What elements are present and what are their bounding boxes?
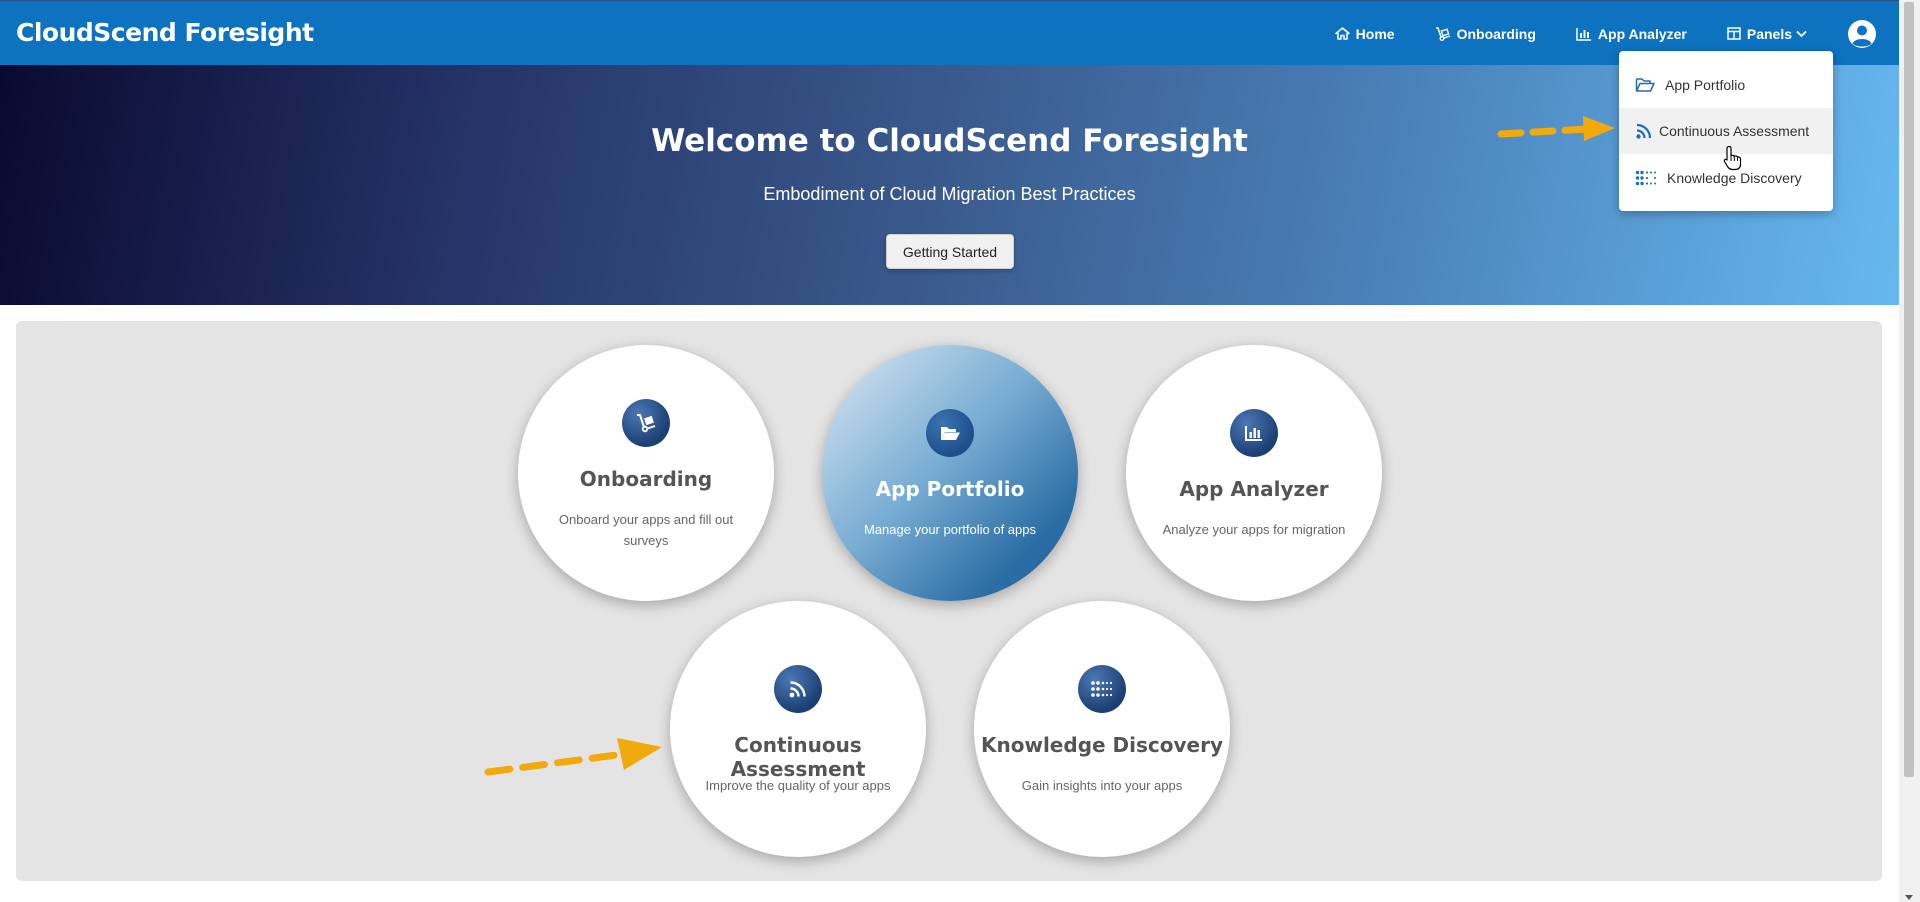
dots-grid-icon — [1635, 170, 1656, 186]
menu-item-label: Continuous Assessment — [1659, 123, 1810, 139]
card-app-analyzer-title: App Analyzer — [1179, 477, 1329, 501]
card-continuous-assessment-icon-wrap — [774, 665, 822, 713]
brand-title[interactable]: CloudScend Foresight — [16, 18, 314, 47]
nav-home[interactable]: Home — [1334, 25, 1395, 42]
card-app-portfolio-title: App Portfolio — [875, 477, 1025, 501]
card-app-portfolio-desc: Manage your portfolio of apps — [864, 522, 1036, 537]
menu-item-app-portfolio[interactable]: App Portfolio — [1619, 62, 1833, 108]
nav-app-analyzer[interactable]: App Analyzer — [1576, 26, 1687, 42]
nav-app-analyzer-label: App Analyzer — [1597, 25, 1687, 42]
nav-home-label: Home — [1355, 25, 1395, 42]
annotation-arrow-icon — [484, 738, 662, 776]
folder-open-icon — [1635, 78, 1655, 92]
card-app-portfolio[interactable]: App Portfolio Manage your portfolio of a… — [822, 345, 1078, 601]
card-app-portfolio-icon-wrap — [926, 409, 974, 457]
card-continuous-assessment-desc: Improve the quality of your apps — [705, 778, 891, 793]
getting-started-button[interactable]: Getting Started — [886, 234, 1014, 269]
card-knowledge-discovery-icon-wrap — [1078, 665, 1126, 713]
page-scrollbar[interactable] — [1899, 0, 1920, 902]
bar-chart-icon — [1576, 27, 1591, 41]
menu-item-label: App Portfolio — [1665, 77, 1746, 93]
card-knowledge-discovery-title: Knowledge Discovery — [981, 733, 1223, 757]
hero-subtitle: Embodiment of Cloud Migration Best Pract… — [763, 184, 1136, 204]
card-continuous-assessment-title: Continuous Assessment — [730, 733, 866, 781]
scroll-down-arrow-icon[interactable] — [1905, 895, 1913, 900]
top-navbar: CloudScend Foresight Home Onboarding App… — [0, 0, 1899, 65]
folder-open-icon — [941, 427, 960, 440]
user-avatar-icon[interactable] — [1847, 19, 1877, 49]
panels-icon — [1727, 27, 1741, 40]
card-knowledge-discovery-desc: Gain insights into your apps — [1021, 778, 1183, 793]
dolly-icon — [1435, 26, 1450, 41]
card-continuous-assessment[interactable]: Continuous Assessment Improve the qualit… — [670, 601, 926, 857]
chevron-down-icon — [1796, 30, 1807, 37]
card-app-analyzer[interactable]: App Analyzer Analyze your apps for migra… — [1126, 345, 1382, 601]
hand-cursor-icon — [1723, 145, 1742, 171]
card-app-analyzer-desc: Analyze your apps for migration — [1162, 522, 1346, 537]
bar-chart-icon — [1245, 426, 1262, 441]
nav-panels-dropdown[interactable]: Panels — [1727, 26, 1807, 42]
panels-dropdown-menu: App Portfolio Continuous Assessment Know… — [1619, 51, 1833, 211]
rss-icon — [789, 681, 806, 698]
nav-panels-label: Panels — [1746, 25, 1792, 42]
card-onboarding-icon-wrap — [622, 399, 670, 447]
card-onboarding[interactable]: Onboarding Onboard your apps and fill ou… — [518, 345, 774, 601]
hero-banner: Welcome to CloudScend Foresight Embodime… — [0, 65, 1899, 305]
dolly-icon — [637, 414, 656, 433]
dots-grid-icon — [1091, 681, 1113, 697]
annotation-arrow-icon — [1497, 116, 1615, 141]
scrollbar-thumb[interactable] — [1904, 2, 1914, 777]
card-app-analyzer-icon-wrap — [1230, 409, 1278, 457]
home-icon — [1334, 27, 1350, 40]
card-knowledge-discovery[interactable]: Knowledge Discovery Gain insights into y… — [974, 601, 1230, 857]
card-onboarding-desc: Onboard your apps and fill out surveys — [558, 512, 734, 548]
feature-panel: Onboarding Onboard your apps and fill ou… — [16, 321, 1882, 881]
nav-onboarding[interactable]: Onboarding — [1435, 26, 1536, 42]
nav-onboarding-label: Onboarding — [1456, 25, 1536, 42]
rss-icon — [1636, 123, 1652, 139]
menu-item-label: Knowledge Discovery — [1667, 170, 1802, 186]
card-onboarding-title: Onboarding — [579, 467, 713, 491]
